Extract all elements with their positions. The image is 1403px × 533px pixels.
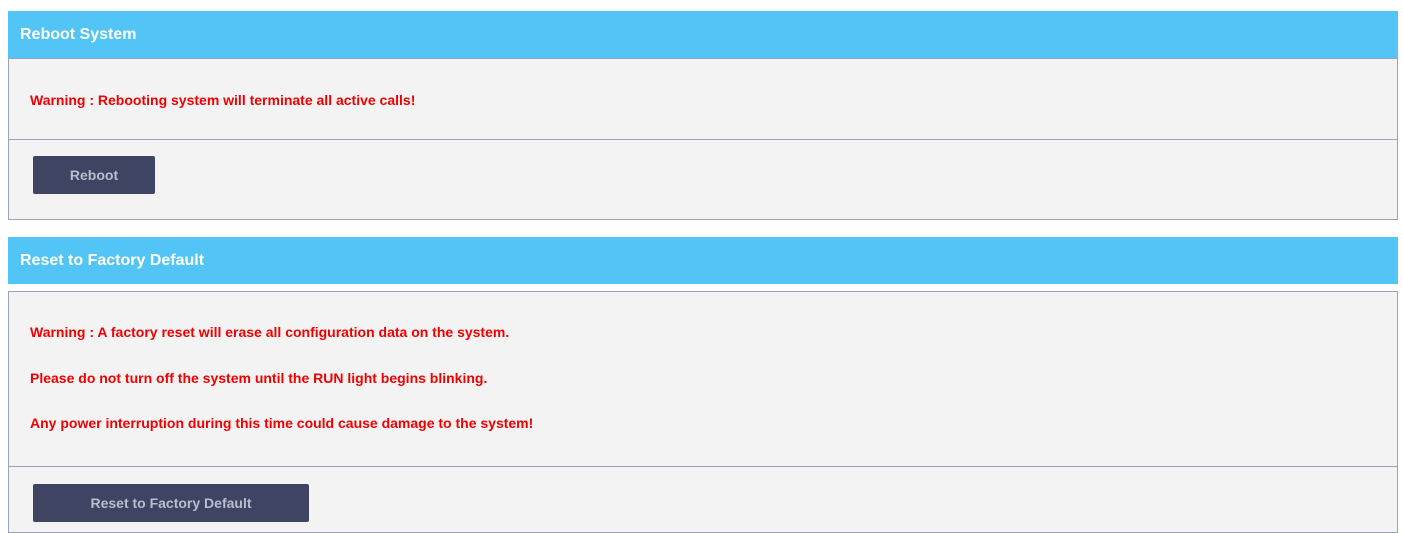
reboot-button-area: Reboot	[9, 140, 1397, 194]
factory-reset-warning-area: Warning : A factory reset will erase all…	[9, 292, 1397, 467]
factory-reset-section: Reset to Factory Default Warning : A fac…	[8, 237, 1398, 533]
reboot-button[interactable]: Reboot	[33, 156, 155, 194]
reboot-section: Reboot System Warning : Rebooting system…	[8, 11, 1398, 220]
factory-reset-section-body: Warning : A factory reset will erase all…	[8, 291, 1398, 533]
factory-reset-warning-line-2: Please do not turn off the system until …	[30, 370, 488, 386]
reboot-warning-area: Warning : Rebooting system will terminat…	[9, 59, 1397, 140]
reboot-warning-text: Warning : Rebooting system will terminat…	[30, 92, 416, 108]
factory-reset-button[interactable]: Reset to Factory Default	[33, 484, 309, 522]
factory-reset-button-area: Reset to Factory Default	[9, 467, 1397, 522]
reboot-section-body: Warning : Rebooting system will terminat…	[8, 58, 1398, 220]
factory-reset-warning-line-1: Warning : A factory reset will erase all…	[30, 324, 510, 340]
reboot-section-title: Reboot System	[8, 11, 1398, 58]
page: Reboot System Warning : Rebooting system…	[0, 0, 1403, 533]
factory-reset-section-title: Reset to Factory Default	[8, 237, 1398, 284]
factory-reset-warning-line-3: Any power interruption during this time …	[30, 415, 534, 431]
